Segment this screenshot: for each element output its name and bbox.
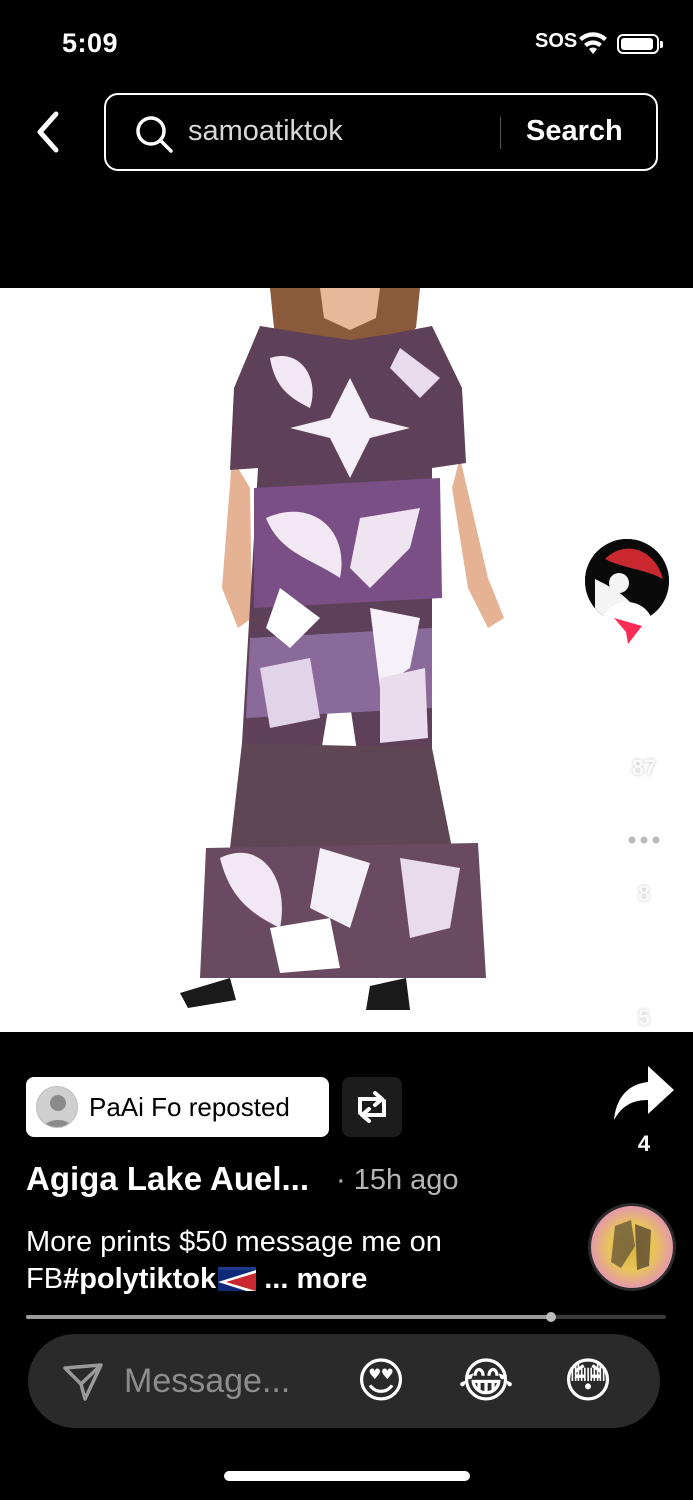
flag-emoji [218, 1267, 257, 1291]
video-progress-fill [26, 1315, 551, 1319]
search-bar[interactable]: samoatiktok Search [104, 93, 658, 171]
post-caption[interactable]: More prints $50 message me on FB#polytik… [26, 1224, 496, 1298]
like-count: 87 [631, 755, 657, 780]
repost-icon [358, 1091, 386, 1123]
video-progress-bar[interactable] [26, 1312, 666, 1322]
video-frame-dress-image [180, 288, 504, 1010]
save-action[interactable]: 5 [604, 940, 684, 1031]
follow-plus-icon [614, 618, 642, 644]
wifi-icon [579, 32, 607, 54]
status-bar: 5:09 SOS [0, 0, 693, 88]
sound-disc[interactable] [588, 1203, 676, 1291]
share-icon[interactable] [612, 1062, 676, 1124]
emoji-flushed-button[interactable]: 😳 [563, 1352, 613, 1410]
status-time: 5:09 [62, 28, 119, 58]
caption-hashtag[interactable]: #polytiktok [63, 1263, 216, 1295]
comment-icon[interactable] [610, 812, 678, 874]
search-button[interactable]: Search [526, 115, 623, 148]
sound-disc-image [611, 1220, 651, 1270]
share-count: 4 [637, 1131, 651, 1156]
like-action[interactable]: 87 [604, 688, 684, 781]
status-sos: SOS [535, 30, 578, 52]
post-time: · 15h ago [336, 1164, 459, 1196]
emoji-heart-eyes-button[interactable]: 😍 [356, 1352, 406, 1410]
home-indicator [224, 1471, 470, 1481]
repost-button[interactable] [342, 1077, 402, 1137]
save-count: 5 [637, 1005, 651, 1030]
bookmark-icon[interactable] [619, 940, 669, 998]
repost-chip[interactable]: PaAi Fo reposted [26, 1077, 329, 1137]
search-divider [500, 117, 501, 149]
back-icon[interactable] [28, 108, 68, 156]
emoji-tears-of-joy-button[interactable]: 😂 [458, 1352, 514, 1410]
message-composer[interactable]: Message... 😍 😂 😳 [28, 1334, 660, 1428]
video-player[interactable]: 87 8 5 [0, 288, 693, 1032]
video-progress-knob[interactable] [545, 1312, 556, 1322]
comment-action[interactable]: 8 [604, 812, 684, 907]
share-action[interactable]: 4 [604, 1062, 684, 1157]
reposter-avatar [36, 1086, 78, 1128]
caption-more-link[interactable]: ... more [264, 1263, 367, 1295]
follow-button[interactable] [600, 602, 654, 656]
battery-icon [617, 34, 663, 54]
author-name[interactable]: Agiga Lake Auel... [26, 1160, 309, 1198]
search-icon [136, 116, 173, 153]
heart-icon[interactable] [611, 688, 677, 748]
comment-count: 8 [637, 881, 651, 906]
repost-label: PaAi Fo reposted [89, 1092, 290, 1122]
send-icon[interactable] [62, 1362, 104, 1402]
search-input[interactable]: samoatiktok [188, 115, 343, 148]
message-input[interactable]: Message... [124, 1362, 290, 1401]
